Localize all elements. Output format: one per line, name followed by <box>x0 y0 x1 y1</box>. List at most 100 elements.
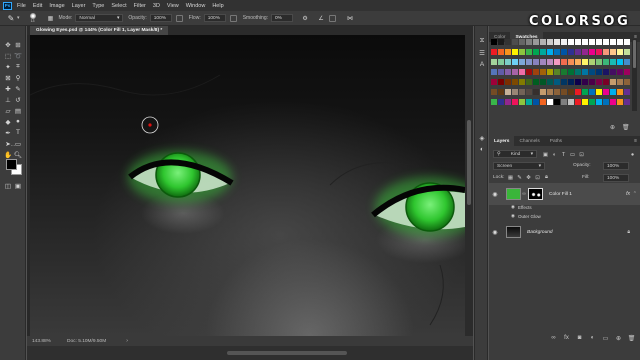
filter-toggle-icon[interactable]: ● <box>629 151 636 158</box>
color-swatch[interactable] <box>554 89 560 95</box>
color-swatch[interactable] <box>589 69 595 75</box>
artboard-tool-icon[interactable]: ⊞ <box>13 40 23 49</box>
pressure-opacity-icon[interactable] <box>175 14 183 22</box>
menu-view[interactable]: View <box>167 3 179 9</box>
lock-artboard-icon[interactable]: ⊡ <box>534 174 541 181</box>
angle-icon[interactable]: ∠ <box>317 14 325 22</box>
fx-icon[interactable]: fx <box>562 334 571 343</box>
brush-settings-icon[interactable]: ▦ <box>47 14 55 22</box>
layer-filter-select[interactable]: ⚲ Kind ▾ <box>493 150 537 158</box>
color-swatch[interactable] <box>610 79 616 85</box>
color-swatch[interactable] <box>561 79 567 85</box>
color-swatch[interactable] <box>498 89 504 95</box>
chevron-right-icon[interactable]: › <box>126 338 128 344</box>
quick-mask-icon[interactable]: ◫ <box>3 181 13 190</box>
color-swatch[interactable] <box>589 79 595 85</box>
color-swatch[interactable] <box>624 79 630 85</box>
move-tool-icon[interactable]: ✥ <box>3 40 13 49</box>
color-swatch[interactable] <box>526 39 532 45</box>
zoom-level[interactable]: 143.88% <box>32 339 62 344</box>
trash-icon[interactable]: 🗑︎ <box>627 334 636 343</box>
color-swatch[interactable] <box>624 39 630 45</box>
color-swatch[interactable] <box>568 99 574 105</box>
color-swatch[interactable] <box>561 99 567 105</box>
vertical-scrollbar-thumb[interactable] <box>467 120 471 205</box>
color-swatch[interactable] <box>519 79 525 85</box>
color-swatch[interactable] <box>596 69 602 75</box>
color-swatch[interactable] <box>519 99 525 105</box>
color-swatch[interactable] <box>533 79 539 85</box>
color-swatch[interactable] <box>491 99 497 105</box>
blur-tool-icon[interactable]: ◆ <box>3 117 13 126</box>
color-swatch[interactable] <box>582 39 588 45</box>
color-swatch[interactable] <box>617 49 623 55</box>
more-tools-icon[interactable]: ··· <box>8 143 18 149</box>
color-swatch[interactable] <box>512 59 518 65</box>
lasso-tool-icon[interactable]: ➰ <box>13 51 23 60</box>
color-swatch[interactable] <box>519 59 525 65</box>
pen-tool-icon[interactable]: ✒ <box>3 128 13 137</box>
color-swatch[interactable] <box>540 99 546 105</box>
properties-panel-icon[interactable]: ☰ <box>477 48 487 57</box>
fill-field[interactable]: 100% <box>603 174 629 182</box>
chevron-down-icon[interactable]: ▾ <box>17 15 20 21</box>
frame-tool-icon[interactable]: ⊠ <box>3 73 13 82</box>
color-swatch[interactable] <box>547 39 553 45</box>
tab-paths[interactable]: Paths <box>545 136 567 146</box>
color-swatch[interactable] <box>561 39 567 45</box>
menu-image[interactable]: Image <box>49 3 64 9</box>
menu-window[interactable]: Window <box>186 3 206 9</box>
color-swatch[interactable] <box>526 79 532 85</box>
color-swatch[interactable] <box>596 89 602 95</box>
color-swatch[interactable] <box>603 89 609 95</box>
vertical-scrollbar[interactable] <box>465 35 473 336</box>
color-swatch[interactable] <box>505 99 511 105</box>
filter-type-icon[interactable]: T <box>560 151 567 158</box>
canvas-area[interactable] <box>27 35 473 336</box>
type-tool-icon[interactable]: T <box>13 128 23 137</box>
color-swatch[interactable] <box>554 39 560 45</box>
color-swatch[interactable] <box>603 39 609 45</box>
link-icon[interactable]: ∞ <box>521 191 527 197</box>
color-swatch[interactable] <box>491 49 497 55</box>
new-layer-icon[interactable]: ⊕ <box>614 334 623 343</box>
eraser-tool-icon[interactable]: ▱ <box>3 106 13 115</box>
color-swatch[interactable] <box>589 89 595 95</box>
fx-icon[interactable]: fx <box>626 191 630 197</box>
color-swatch[interactable] <box>589 39 595 45</box>
history-brush-tool-icon[interactable]: ↺ <box>13 95 23 104</box>
color-swatch[interactable] <box>540 49 546 55</box>
color-swatch[interactable] <box>505 49 511 55</box>
eye-icon[interactable]: ◉ <box>511 213 515 219</box>
color-swatch[interactable] <box>596 79 602 85</box>
color-swatch[interactable] <box>582 69 588 75</box>
airbrush-icon[interactable] <box>229 14 237 22</box>
color-swatch[interactable] <box>505 39 511 45</box>
quick-select-tool-icon[interactable]: ✦ <box>3 62 13 71</box>
color-swatch[interactable] <box>617 89 623 95</box>
clone-stamp-tool-icon[interactable]: ⊥ <box>3 95 13 104</box>
color-swatch[interactable] <box>596 59 602 65</box>
color-swatch[interactable] <box>547 59 553 65</box>
color-swatch[interactable] <box>540 79 546 85</box>
lock-icon[interactable]: 🔒︎ <box>627 229 630 235</box>
panel-menu-icon[interactable]: ≡ <box>634 138 637 144</box>
tab-layers[interactable]: Layers <box>489 136 515 146</box>
color-swatch[interactable] <box>596 99 602 105</box>
flow-field[interactable]: 100% <box>203 14 226 22</box>
menu-help[interactable]: Help <box>212 3 223 9</box>
menu-select[interactable]: Select <box>111 3 126 9</box>
menu-layer[interactable]: Layer <box>72 3 86 9</box>
color-swatch[interactable] <box>589 99 595 105</box>
color-swatch[interactable] <box>568 49 574 55</box>
color-swatch[interactable] <box>533 59 539 65</box>
color-swatch[interactable] <box>582 99 588 105</box>
color-swatch[interactable] <box>533 39 539 45</box>
lock-position-icon[interactable]: ✥ <box>525 174 532 181</box>
color-swatch[interactable] <box>519 89 525 95</box>
lock-all-icon[interactable]: 🔒︎ <box>543 174 550 181</box>
layer-row-color-fill[interactable]: ◉ ∞ Color Fill 1 fx ⌃ <box>489 183 640 205</box>
color-swatch[interactable] <box>498 79 504 85</box>
trash-icon[interactable]: 🗑︎ <box>622 124 630 131</box>
horizontal-scrollbar-thumb[interactable] <box>227 351 347 355</box>
